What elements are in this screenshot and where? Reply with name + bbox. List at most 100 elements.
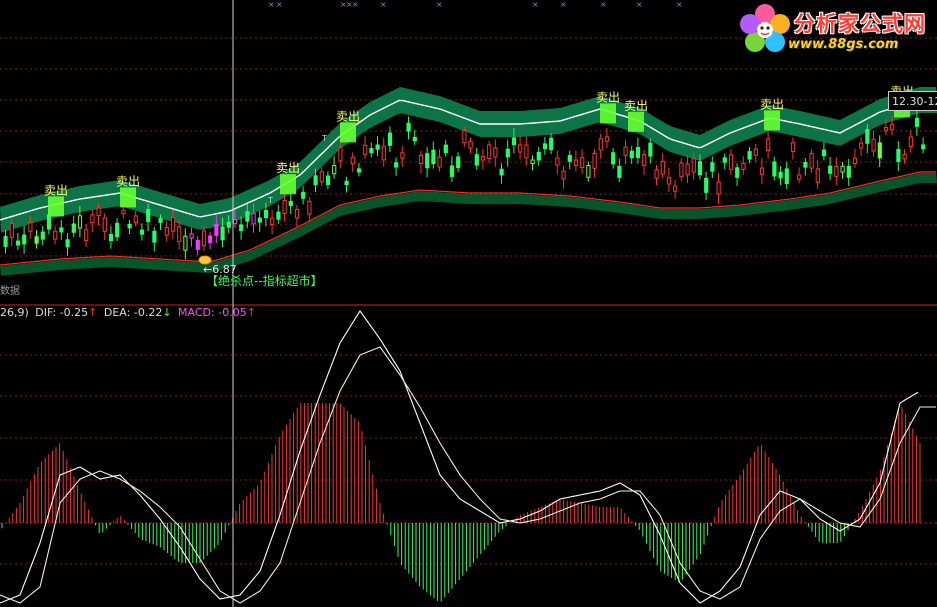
candle-body-123	[766, 138, 771, 152]
dif-arrow-up-icon: ↑	[88, 306, 98, 319]
candle-body-92	[573, 159, 579, 166]
candle-body-27	[170, 216, 176, 232]
sell-label-0: 卖出	[44, 183, 68, 197]
candle-body-82	[511, 137, 517, 146]
top-tick-9: ×	[600, 0, 607, 9]
candle-body-37	[232, 219, 238, 224]
dea-arrow-down-icon: ↓	[162, 306, 172, 319]
sell-bar-2	[280, 174, 296, 195]
candle-body-141	[877, 142, 882, 159]
candle-body-99	[617, 165, 622, 178]
candle-body-98	[611, 152, 616, 165]
sell-bar-5	[628, 111, 644, 132]
candle-body-23	[146, 208, 151, 223]
candle-body-145	[902, 154, 907, 160]
candle-body-112	[697, 161, 703, 176]
candle-body-121	[753, 148, 758, 156]
candle-body-44	[276, 211, 281, 220]
candle-body-94	[586, 165, 591, 178]
candle-body-105	[654, 169, 659, 179]
candle-body-25	[158, 218, 163, 223]
candle-body-137	[852, 157, 858, 164]
candle-body-18	[115, 222, 120, 238]
candle-body-132	[821, 149, 827, 157]
candle-body-12	[77, 215, 83, 229]
dif-label: DIF:	[35, 306, 57, 319]
top-tick-1: ×	[276, 0, 283, 9]
dea-label: DEA:	[103, 306, 131, 319]
macd-params: 26,9)	[0, 306, 29, 319]
candle-body-135	[840, 165, 845, 173]
candle-body-32	[201, 230, 207, 247]
candle-body-58	[363, 144, 368, 155]
stock-chart[interactable]: 卖出卖出卖出卖出卖出卖出卖出卖出×××××××××××× ←6.87 【绝杀点-…	[0, 0, 937, 607]
candle-body-60	[375, 144, 380, 150]
candle-body-53	[332, 165, 337, 175]
candle-body-49	[307, 200, 312, 215]
candle-body-64	[400, 152, 405, 159]
candle-body-14	[90, 214, 95, 224]
top-tick-6: ×	[436, 0, 443, 9]
candle-body-96	[598, 138, 603, 151]
price-tag: 12.30-12	[888, 91, 937, 111]
candle-body-69	[431, 149, 436, 165]
candle-body-77	[480, 156, 486, 161]
candle-body-146	[908, 136, 913, 147]
candle-body-140	[871, 138, 876, 152]
candle-body-115	[716, 181, 721, 195]
macd-value: -0.05	[218, 306, 247, 319]
candle-body-130	[809, 153, 814, 169]
candle-body-66	[412, 136, 417, 142]
candle-body-90	[561, 170, 566, 180]
candle-body-9	[59, 227, 64, 233]
sell-label-1: 卖出	[116, 174, 140, 188]
candle-body-85	[530, 159, 535, 165]
candle-body-70	[437, 156, 442, 168]
candle-body-83	[518, 144, 523, 153]
candle-body-71	[443, 144, 448, 154]
candle-body-148	[921, 144, 926, 150]
candle-body-3	[22, 234, 27, 245]
candle-body-117	[728, 154, 734, 170]
candle-body-116	[722, 157, 727, 163]
candle-body-124	[772, 161, 777, 177]
candle-body-8	[53, 230, 58, 240]
candle-body-30	[189, 233, 194, 239]
candle-body-48	[301, 191, 306, 199]
candle-body-22	[139, 229, 145, 235]
upper-band	[0, 87, 937, 233]
candle-body-45	[282, 200, 287, 214]
candle-body-106	[660, 160, 665, 175]
candle-body-86	[536, 151, 541, 161]
candle-body-19	[121, 209, 126, 215]
candle-body-42	[263, 209, 269, 219]
candle-body-89	[555, 157, 560, 166]
candle-body-108	[673, 185, 678, 192]
flower-logo-icon	[740, 4, 790, 52]
extreme-point-label: 【绝杀点--指标超市】	[206, 273, 323, 288]
candle-body-39	[245, 211, 250, 222]
candle-body-101	[629, 150, 634, 159]
candle-body-79	[493, 147, 498, 158]
candle-body-35	[220, 226, 225, 241]
macd-arrow-up-icon: ↑	[246, 306, 256, 319]
candle-body-91	[567, 154, 572, 162]
ma-bands	[0, 87, 937, 276]
candle-body-28	[177, 226, 182, 242]
candle-body-75	[468, 141, 473, 149]
candle-body-128	[797, 174, 802, 180]
sell-label-5: 卖出	[624, 99, 648, 113]
candle-body-29	[183, 235, 188, 251]
sell-label-3: 卖出	[336, 109, 360, 123]
candle-body-126	[784, 168, 789, 184]
candle-body-63	[394, 162, 399, 168]
candle-body-76	[474, 154, 479, 166]
sell-bar-0	[48, 196, 64, 217]
top-tick-10: ×	[636, 0, 643, 9]
candle-body-80	[499, 168, 504, 176]
candle-body-62	[387, 132, 393, 146]
candle-body-52	[325, 175, 331, 186]
site-logo[interactable]: 分析家公式网 www.88gs.com	[736, 2, 934, 58]
candle-body-61	[381, 145, 386, 161]
candle-body-93	[580, 157, 585, 169]
